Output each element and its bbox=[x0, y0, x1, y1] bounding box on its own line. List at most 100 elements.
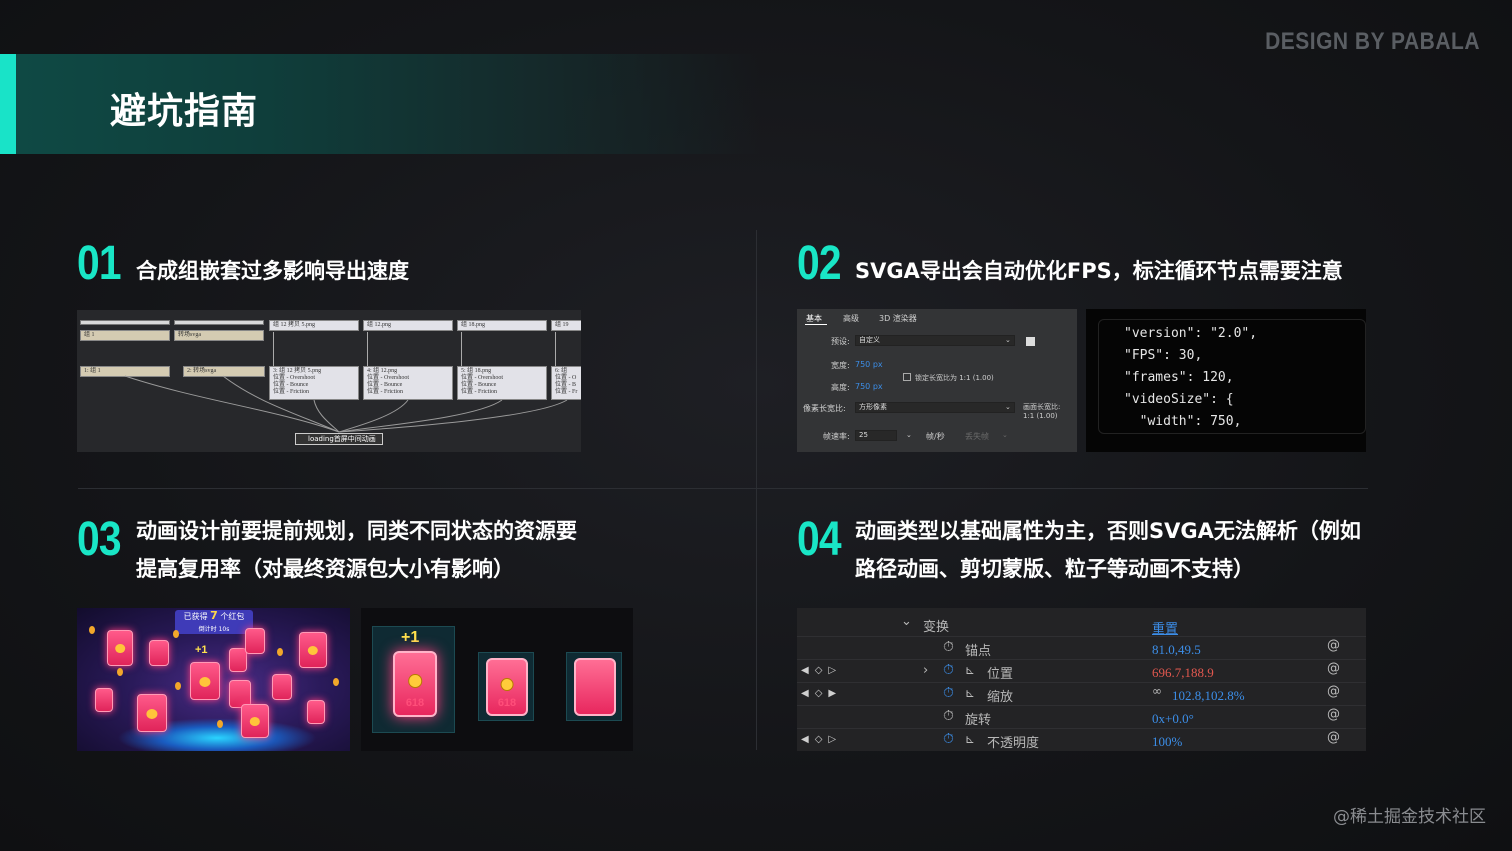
property-row-position: ◀◇▷ › ⏱ ⊾ 位置 696.7,188.9 @ bbox=[797, 659, 1366, 682]
expression-swirl-icon[interactable]: @ bbox=[1327, 661, 1340, 676]
save-preset-icon[interactable] bbox=[1026, 337, 1035, 346]
envelope-number: 618 bbox=[497, 696, 517, 709]
red-envelope bbox=[149, 640, 169, 666]
property-row-scale: ◀◇▶ ⏱ ⊾ 缩放 ∞ 102.8,102.8% @ bbox=[797, 682, 1366, 705]
page-title: 避坑指南 bbox=[110, 91, 259, 132]
pixel-aspect-select[interactable]: 方形像素 bbox=[855, 402, 1015, 413]
section-number-02: 02 bbox=[797, 237, 842, 290]
fps-input[interactable]: 25 bbox=[855, 430, 897, 441]
coin bbox=[173, 630, 179, 638]
footer-watermark: @稀土掘金技术社区 bbox=[1333, 807, 1486, 827]
transform-header-row: ⌄ 变换 重置 bbox=[797, 608, 1366, 636]
red-envelope: 618 bbox=[393, 651, 437, 717]
section-title-04-line2: 路径动画、剪切蒙版、粒子等动画不支持） bbox=[855, 557, 1254, 581]
tab-basic[interactable]: 基本 bbox=[806, 313, 822, 324]
red-envelope bbox=[107, 630, 133, 666]
chevron-down-icon[interactable]: ⌄ bbox=[901, 614, 912, 629]
red-envelope bbox=[245, 628, 265, 654]
chevron-down-icon: ⌄ bbox=[1005, 336, 1011, 344]
property-value[interactable]: 102.8,102.8% bbox=[1172, 688, 1245, 704]
height-value[interactable]: 750 px bbox=[855, 382, 883, 391]
fps-label: 帧速率: bbox=[823, 432, 850, 441]
section-number-03: 03 bbox=[77, 513, 122, 566]
red-envelope-game-scene: 已获得 7 个红包 倒计时 10s +1 bbox=[77, 608, 350, 751]
section-title-03-line1: 动画设计前要提前规划，同类不同状态的资源要 bbox=[136, 519, 577, 543]
stopwatch-icon[interactable]: ⏱ bbox=[943, 731, 954, 747]
banner-accent-bar bbox=[0, 54, 16, 154]
counter-value: 7 bbox=[210, 609, 218, 622]
red-envelope bbox=[229, 648, 247, 672]
red-envelope bbox=[299, 632, 327, 668]
property-value[interactable]: 696.7,188.9 bbox=[1152, 665, 1214, 681]
property-value[interactable]: 0x+0.0° bbox=[1152, 711, 1194, 727]
expression-swirl-icon[interactable]: @ bbox=[1327, 707, 1340, 722]
property-label: 位置 bbox=[987, 667, 1014, 682]
chevron-right-icon[interactable]: › bbox=[923, 663, 928, 678]
envelope-state-closed: 618 bbox=[478, 652, 534, 721]
chevron-down-icon: ⌄ bbox=[1002, 431, 1008, 439]
red-envelope bbox=[137, 694, 167, 732]
lock-aspect-label: 锁定长宽比为 1:1 (1.00) bbox=[915, 374, 994, 382]
tab-underline bbox=[805, 324, 827, 325]
expression-swirl-icon[interactable]: @ bbox=[1327, 684, 1340, 699]
title-banner: 避坑指南 bbox=[0, 54, 760, 154]
stopwatch-icon[interactable]: ⏱ bbox=[943, 662, 954, 678]
link-icon[interactable]: ∞ bbox=[1152, 684, 1162, 698]
vertical-divider bbox=[756, 230, 757, 750]
section-title-01: 合成组嵌套过多影响导出速度 bbox=[136, 259, 409, 283]
plus-one-label: +1 bbox=[401, 629, 420, 646]
property-row-opacity: ◀◇▷ ⏱ ⊾ 不透明度 100% @ bbox=[797, 728, 1366, 751]
property-value[interactable]: 100% bbox=[1152, 734, 1182, 750]
width-value[interactable]: 750 px bbox=[855, 360, 883, 369]
envelope-state-open: +1 618 bbox=[372, 626, 455, 733]
preset-select[interactable]: 自定义 bbox=[855, 335, 1015, 346]
plus-one-label: +1 bbox=[195, 644, 208, 656]
transform-label: 变换 bbox=[923, 620, 950, 635]
property-label: 缩放 bbox=[987, 690, 1014, 705]
chevron-down-icon[interactable]: ⌄ bbox=[906, 431, 912, 439]
game-counter-bar: 已获得 7 个红包 倒计时 10s bbox=[175, 610, 253, 634]
json-code-panel: "version": "2.0", "FPS": 30, "frames": 1… bbox=[1086, 309, 1366, 452]
envelope-states-panel: +1 618 618 bbox=[361, 608, 633, 751]
section-number-01: 01 bbox=[77, 237, 122, 290]
envelope-state-blank bbox=[566, 652, 622, 721]
code-line: "version": "2.0", bbox=[1124, 326, 1258, 341]
fps-unit: 帧/秒 bbox=[926, 432, 945, 441]
property-label: 不透明度 bbox=[987, 736, 1040, 751]
stopwatch-icon[interactable]: ⏱ bbox=[943, 685, 954, 701]
red-envelope bbox=[241, 704, 269, 738]
drop-frame-label: 丢失帧 bbox=[965, 432, 989, 441]
tab-advanced[interactable]: 高级 bbox=[843, 313, 859, 324]
keyframe-nav-icon[interactable]: ◀◇▷ bbox=[801, 665, 842, 676]
property-value[interactable]: 81.0,49.5 bbox=[1152, 642, 1201, 658]
graph-icon[interactable]: ⊾ bbox=[965, 732, 975, 746]
section-title-02: SVGA导出会自动优化FPS，标注循环节点需要注意 bbox=[855, 259, 1343, 283]
countdown-text: 倒计时 10s bbox=[198, 626, 230, 633]
section-number-04: 04 bbox=[797, 513, 842, 566]
preset-label: 预设: bbox=[831, 337, 850, 346]
expression-swirl-icon[interactable]: @ bbox=[1327, 730, 1340, 745]
graph-output-node: loading首屏中间动画 bbox=[295, 433, 383, 445]
graph-icon[interactable]: ⊾ bbox=[965, 686, 975, 700]
keyframe-nav-icon[interactable]: ◀◇▷ bbox=[801, 734, 842, 745]
coin bbox=[175, 682, 181, 690]
expression-swirl-icon[interactable]: @ bbox=[1327, 638, 1340, 653]
red-envelope bbox=[574, 658, 616, 716]
frame-aspect-value: 1:1 (1.00) bbox=[1023, 412, 1058, 420]
coin bbox=[217, 720, 223, 728]
graph-icon[interactable]: ⊾ bbox=[965, 663, 975, 677]
lock-aspect-checkbox[interactable] bbox=[903, 373, 911, 381]
stopwatch-icon[interactable]: ⏱ bbox=[943, 708, 954, 724]
red-envelope bbox=[95, 688, 113, 712]
width-label: 宽度: bbox=[831, 361, 850, 370]
red-envelope bbox=[190, 662, 220, 700]
tab-3d-renderer[interactable]: 3D 渲染器 bbox=[879, 313, 917, 324]
height-label: 高度: bbox=[831, 383, 850, 392]
stopwatch-icon[interactable]: ⏱ bbox=[943, 639, 954, 655]
composition-node-graph: 组 12 拷贝 5.png 组 12.png 组 18.png 组 19 组 1… bbox=[77, 310, 581, 452]
code-line: "FPS": 30, bbox=[1124, 348, 1203, 363]
code-line: "videoSize": { bbox=[1124, 392, 1234, 407]
reset-link[interactable]: 重置 bbox=[1152, 618, 1178, 637]
transform-properties-panel: ⌄ 变换 重置 ⏱ 锚点 81.0,49.5 @ ◀◇▷ › ⏱ ⊾ 位置 69… bbox=[797, 608, 1366, 751]
keyframe-nav-icon[interactable]: ◀◇▶ bbox=[801, 688, 842, 699]
